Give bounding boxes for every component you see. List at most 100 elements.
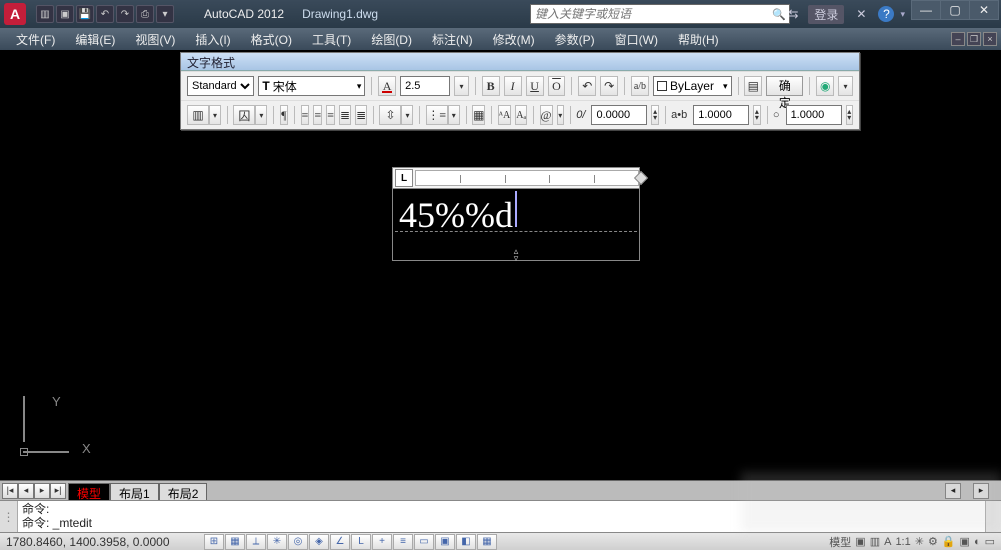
status-annovis-icon[interactable]: ✳: [915, 535, 924, 548]
italic-button[interactable]: I: [504, 76, 522, 96]
signin-icon[interactable]: ⇆: [788, 7, 798, 21]
ducs-toggle-icon[interactable]: L: [351, 534, 371, 550]
search-icon[interactable]: 🔍: [771, 6, 787, 22]
tracking-spinner[interactable]: ▴▾: [753, 105, 760, 125]
menu-insert[interactable]: 插入(I): [185, 29, 240, 50]
menu-format[interactable]: 格式(O): [241, 29, 302, 50]
status-quickview-icon[interactable]: ▥: [870, 535, 880, 548]
command-scrollbar[interactable]: [985, 501, 1001, 532]
mdi-close-button[interactable]: ×: [983, 32, 997, 46]
ruler-icon[interactable]: ▤: [744, 76, 762, 96]
command-prompt-line[interactable]: 命令: _mtedit: [22, 516, 997, 530]
status-lock-icon[interactable]: 🔒: [942, 535, 956, 548]
layer-color-select[interactable]: ByLayer▾: [653, 76, 732, 96]
tab-model[interactable]: 模型: [68, 483, 110, 501]
paragraph-button[interactable]: ¶: [280, 105, 289, 125]
menu-tools[interactable]: 工具(T): [302, 29, 361, 50]
help-icon[interactable]: ?: [878, 6, 894, 22]
align-left-button[interactable]: ≡: [301, 105, 310, 125]
menu-edit[interactable]: 编辑(E): [65, 29, 125, 50]
3dosnap-toggle-icon[interactable]: ◈: [309, 534, 329, 550]
mdi-restore-button[interactable]: ❐: [967, 32, 981, 46]
close-button[interactable]: ✕: [969, 0, 999, 20]
status-hwaccel-icon[interactable]: ▣: [960, 535, 970, 548]
tab-first-icon[interactable]: |◂: [2, 483, 18, 499]
menu-parametric[interactable]: 参数(P): [545, 29, 605, 50]
login-button[interactable]: 登录: [808, 5, 844, 24]
maximize-button[interactable]: ▢: [940, 0, 970, 20]
redo-button[interactable]: ↷: [600, 76, 618, 96]
lwt-toggle-icon[interactable]: ≡: [393, 534, 413, 550]
text-style-select[interactable]: Standard: [187, 76, 254, 96]
menu-modify[interactable]: 修改(M): [483, 29, 545, 50]
width-input[interactable]: [786, 105, 842, 125]
align-distribute-button[interactable]: ≣: [355, 105, 367, 125]
help-search-input[interactable]: [531, 7, 771, 21]
menu-file[interactable]: 文件(F): [6, 29, 65, 50]
dyn-toggle-icon[interactable]: +: [372, 534, 392, 550]
bold-button[interactable]: B: [482, 76, 500, 96]
menu-help[interactable]: 帮助(H): [668, 29, 729, 50]
hscroll-left-icon[interactable]: ◂: [945, 483, 961, 499]
status-annoscale-icon[interactable]: A: [884, 536, 891, 548]
am-toggle-icon[interactable]: ▦: [477, 534, 497, 550]
text-color-button[interactable]: A: [378, 76, 396, 96]
lowercase-button[interactable]: Aₐ: [515, 105, 527, 125]
overline-button[interactable]: O: [548, 76, 566, 96]
qat-open-icon[interactable]: ▣: [56, 5, 74, 23]
stack-button[interactable]: a/b: [631, 76, 649, 96]
qat-save-icon[interactable]: 💾: [76, 5, 94, 23]
hscroll-right-icon[interactable]: ▸: [973, 483, 989, 499]
otrack-toggle-icon[interactable]: ∠: [330, 534, 350, 550]
minimize-button[interactable]: —: [911, 0, 941, 20]
numbering-dropdown-icon[interactable]: ▾: [448, 105, 460, 125]
field-button[interactable]: ▦: [472, 105, 485, 125]
model-space-label[interactable]: 模型: [829, 534, 851, 550]
menu-view[interactable]: 视图(V): [125, 29, 185, 50]
width-spinner[interactable]: ▴▾: [846, 105, 853, 125]
command-grip-icon[interactable]: ⋮: [0, 501, 18, 532]
help-search[interactable]: 🔍: [530, 4, 790, 24]
linespacing-button[interactable]: ⇳: [379, 105, 401, 125]
align-right-button[interactable]: ≡: [326, 105, 335, 125]
menu-draw[interactable]: 绘图(D): [361, 29, 422, 50]
tab-next-icon[interactable]: ▸: [34, 483, 50, 499]
align-center-button[interactable]: ≡: [313, 105, 322, 125]
text-height-input[interactable]: [400, 76, 450, 96]
align-justify-button[interactable]: ≣: [339, 105, 351, 125]
command-window[interactable]: ⋮ 命令: 命令: _mtedit: [0, 500, 1001, 532]
menu-window[interactable]: 窗口(W): [605, 29, 668, 50]
qat-more-icon[interactable]: ▾: [156, 5, 174, 23]
coordinates-readout[interactable]: 1780.8460, 1400.3958, 0.0000: [0, 535, 200, 549]
undo-button[interactable]: ↶: [578, 76, 596, 96]
text-format-toolbar[interactable]: 文字格式 Standard T宋体▾ A ▾ B I U O ↶ ↷ a/b B…: [180, 52, 860, 130]
options-button[interactable]: ◉: [816, 76, 834, 96]
mdi-minimize-button[interactable]: –: [951, 32, 965, 46]
tracking-input[interactable]: [693, 105, 749, 125]
mtext-ruler[interactable]: L: [392, 167, 640, 189]
status-isolate-icon[interactable]: ◐: [974, 536, 981, 548]
status-annoscale-val[interactable]: 1:1: [895, 536, 910, 548]
font-select[interactable]: T宋体▾: [258, 76, 365, 96]
osnap-toggle-icon[interactable]: ◎: [288, 534, 308, 550]
mtext-content[interactable]: 45%%d: [399, 195, 513, 235]
tab-last-icon[interactable]: ▸|: [50, 483, 66, 499]
columns-button[interactable]: ▥: [187, 105, 209, 125]
tab-layout1[interactable]: 布局1: [110, 483, 159, 501]
linespacing-dropdown-icon[interactable]: ▾: [401, 105, 413, 125]
help-dropdown-icon[interactable]: ▾: [900, 9, 905, 20]
ruler-track[interactable]: [415, 170, 639, 186]
ruler-tab-button[interactable]: L: [395, 169, 413, 187]
oblique-spinner[interactable]: ▴▾: [651, 105, 658, 125]
menu-dimension[interactable]: 标注(N): [422, 29, 483, 50]
justify-button[interactable]: 囚: [233, 105, 255, 125]
app-icon[interactable]: A: [4, 3, 26, 25]
polar-toggle-icon[interactable]: ✳: [267, 534, 287, 550]
ok-button[interactable]: 确定: [766, 76, 803, 96]
numbering-button[interactable]: ⋮≡: [426, 105, 448, 125]
tab-layout2[interactable]: 布局2: [159, 483, 208, 501]
tpy-toggle-icon[interactable]: ▭: [414, 534, 434, 550]
qat-new-icon[interactable]: ▥: [36, 5, 54, 23]
status-ws-icon[interactable]: ⚙: [928, 535, 938, 548]
height-dropdown-icon[interactable]: ▾: [454, 76, 469, 96]
